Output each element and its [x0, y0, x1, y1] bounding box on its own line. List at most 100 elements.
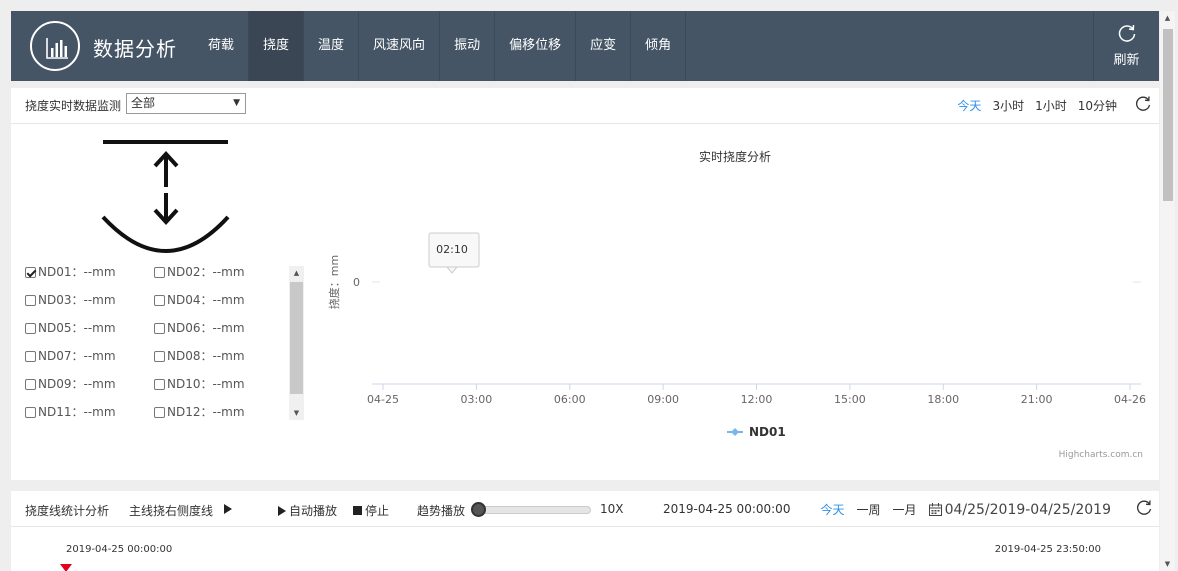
stop-icon	[353, 506, 362, 515]
sensor-list-scrollbar[interactable]: ▲ ▼	[289, 266, 304, 420]
sensor-label: ND02：--mm	[167, 265, 245, 279]
y-tick-label: 0	[353, 276, 360, 289]
app-title: 数据分析	[93, 37, 177, 61]
refresh-icon[interactable]	[1135, 499, 1153, 517]
x-tick-label: 09:00	[647, 393, 679, 406]
stats-range-tab-1[interactable]: 今天	[821, 501, 845, 518]
play-line-button[interactable]	[224, 502, 235, 516]
stop-button[interactable]: 停止	[353, 502, 389, 519]
stats-toolbar: 挠度线统计分析 主线挠右侧度线 自动播放 停止 趋势播放 10X 2019-04…	[11, 491, 1159, 527]
x-tick-label: 18:00	[927, 393, 959, 406]
refresh-button[interactable]: 刷新	[1093, 11, 1159, 81]
sensor-checkbox-item[interactable]: ND11：--mm	[25, 404, 116, 420]
monitor-toolbar: 挠度实时数据监测 全部 ▼ 今天 3小时 1小时 10分钟	[11, 88, 1159, 124]
nav-item-1[interactable]: 荷载	[196, 11, 250, 81]
stats-range-tab-3[interactable]: 一月	[893, 501, 917, 518]
speed-value: 10X	[600, 502, 624, 516]
sensor-checkbox-item[interactable]: ND01：--mm	[25, 264, 116, 280]
refresh-label: 刷新	[1113, 53, 1140, 68]
checkbox[interactable]	[25, 294, 36, 306]
select-value: 全部	[131, 96, 156, 110]
range-tab-1[interactable]: 今天	[957, 97, 981, 114]
legend-label-nd01: ND01	[749, 425, 786, 439]
play-icon	[278, 506, 286, 516]
trend-play-label: 趋势播放	[417, 504, 466, 518]
x-tick-label: 04-26	[1114, 393, 1146, 406]
checkbox[interactable]	[25, 266, 36, 278]
sensor-label: ND05：--mm	[38, 321, 116, 335]
sensor-checkbox-item[interactable]: ND07：--mm	[25, 348, 116, 364]
date-range-value: 04/25/2019-04/25/2019	[944, 501, 1111, 518]
nav-item-8[interactable]: 倾角	[631, 11, 687, 81]
sensor-checkbox-item[interactable]: ND12：--mm	[154, 404, 245, 420]
chevron-down-icon: ▼	[233, 98, 240, 108]
nav-item-2[interactable]: 挠度	[249, 11, 305, 81]
sensor-group-select[interactable]: 全部 ▼	[126, 93, 246, 114]
scroll-thumb[interactable]	[290, 282, 303, 394]
checkbox[interactable]	[154, 350, 165, 362]
refresh-icon[interactable]	[1134, 95, 1152, 113]
x-tick-label: 03:00	[461, 393, 493, 406]
legend-marker	[731, 428, 739, 436]
speed-slider-handle[interactable]	[471, 502, 486, 517]
range-tab-4[interactable]: 10分钟	[1078, 97, 1117, 114]
deflection-illustration	[101, 140, 230, 253]
checkbox[interactable]	[154, 406, 165, 418]
x-tick-label: 04-25	[367, 393, 399, 406]
checkbox[interactable]	[154, 378, 165, 390]
auto-play-button[interactable]: 自动播放	[278, 502, 337, 519]
checkbox[interactable]	[154, 266, 165, 278]
sensor-checkbox-item[interactable]: ND08：--mm	[154, 348, 245, 364]
sensor-checkbox-item[interactable]: ND03：--mm	[25, 292, 116, 308]
refresh-icon	[1118, 24, 1136, 42]
nav-item-6[interactable]: 偏移位移	[495, 11, 577, 81]
scroll-down-icon[interactable]: ▼	[1160, 557, 1175, 571]
checkbox[interactable]	[25, 378, 36, 390]
sensor-checkbox-item[interactable]: ND04：--mm	[154, 292, 245, 308]
speed-slider-track[interactable]	[473, 506, 591, 514]
sensor-label: ND09：--mm	[38, 377, 116, 391]
page-scroll-thumb[interactable]	[1163, 29, 1173, 201]
stats-range-tabs: 今天 一周 一月 04/25/2019-04/25/2019	[821, 501, 1111, 518]
scroll-up-icon[interactable]: ▲	[1160, 11, 1175, 25]
monitor-label: 挠度实时数据监测	[25, 99, 122, 113]
line-label: 主线挠右侧度线	[129, 504, 214, 518]
top-header: 数据分析 荷载 挠度 温度 风速风向 振动 偏移位移 应变 倾角 刷新	[11, 11, 1159, 81]
range-tab-2[interactable]: 3小时	[992, 97, 1024, 114]
page-scrollbar[interactable]: ▲ ▼	[1160, 11, 1175, 571]
checkbox[interactable]	[25, 350, 36, 362]
chart-title: 实时挠度分析	[699, 149, 771, 164]
sensor-label: ND01：--mm	[38, 265, 116, 279]
range-tab-3[interactable]: 1小时	[1035, 97, 1067, 114]
sensor-checkbox-item[interactable]: ND10：--mm	[154, 376, 245, 392]
sensor-label: ND06：--mm	[167, 321, 245, 335]
sensor-label: ND12：--mm	[167, 405, 245, 419]
checkbox[interactable]	[154, 322, 165, 334]
sensor-checkbox-item[interactable]: ND05：--mm	[25, 320, 116, 336]
nav-item-5[interactable]: 振动	[440, 11, 496, 81]
stats-title: 挠度线统计分析	[25, 504, 110, 518]
bar-chart-icon[interactable]	[30, 21, 80, 71]
auto-play-label: 自动播放	[289, 504, 338, 518]
sensor-checkbox-item[interactable]: ND09：--mm	[25, 376, 116, 392]
date-range-picker[interactable]: 04/25/2019-04/25/2019	[928, 501, 1111, 518]
sensor-label: ND07：--mm	[38, 349, 116, 363]
chart-credits: Highcharts.com.cn	[1059, 450, 1143, 460]
nav-item-7[interactable]: 应变	[576, 11, 632, 81]
x-tick-label: 12:00	[741, 393, 773, 406]
sensor-label: ND08：--mm	[167, 349, 245, 363]
nav-item-4[interactable]: 风速风向	[359, 11, 441, 81]
scroll-up-icon[interactable]: ▲	[289, 266, 304, 280]
stats-range-tab-2[interactable]: 一周	[857, 501, 881, 518]
x-tick-label: 21:00	[1021, 393, 1053, 406]
checkbox[interactable]	[154, 294, 165, 306]
deflection-chart: 实时挠度分析 挠度：mm 0 04-25 03:00 06:00 09:00 12:00 15:…	[311, 136, 1151, 466]
timeline-marker[interactable]	[60, 564, 72, 571]
scroll-down-icon[interactable]: ▼	[289, 406, 304, 420]
sensor-checkbox-item[interactable]: ND02：--mm	[154, 264, 245, 280]
time-range-tabs: 今天 3小时 1小时 10分钟	[957, 97, 1117, 114]
nav-item-3[interactable]: 温度	[304, 11, 360, 81]
sensor-checkbox-item[interactable]: ND06：--mm	[154, 320, 245, 336]
checkbox[interactable]	[25, 322, 36, 334]
checkbox[interactable]	[25, 406, 36, 418]
